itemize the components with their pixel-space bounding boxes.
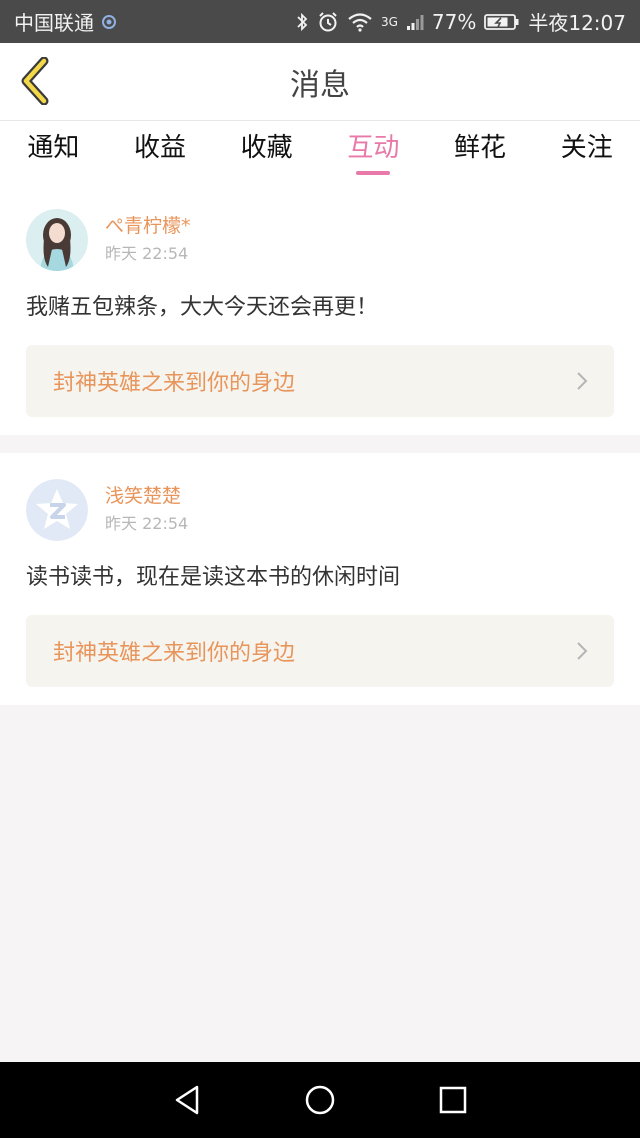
- nav-home-button[interactable]: [290, 1070, 350, 1130]
- book-link[interactable]: 封神英雄之来到你的身边: [26, 345, 614, 417]
- alarm-icon: [317, 11, 339, 33]
- app-header: 消息: [0, 43, 640, 121]
- message-time: 昨天 22:54: [105, 244, 189, 263]
- nav-recents-button[interactable]: [423, 1070, 483, 1130]
- status-bar: 中国联通 3G 77% 半夜12:07: [0, 0, 640, 43]
- avatar[interactable]: [26, 479, 88, 541]
- girl-photo-icon: [26, 209, 88, 271]
- message-user-row: ぺ青柠檬* 昨天 22:54: [26, 209, 614, 271]
- nav-back-button[interactable]: [157, 1070, 217, 1130]
- chevron-right-icon: [576, 371, 588, 391]
- wifi-icon: [347, 12, 373, 32]
- page-title: 消息: [290, 68, 350, 103]
- battery-icon: [484, 13, 520, 31]
- book-title: 封神英雄之来到你的身边: [53, 371, 296, 396]
- message-time: 昨天 22:54: [105, 514, 189, 533]
- tab-earnings[interactable]: 收益: [107, 121, 214, 183]
- bluetooth-icon: [295, 12, 309, 32]
- square-recents-icon: [440, 1086, 467, 1114]
- message-card: ぺ青柠檬* 昨天 22:54 我赌五包辣条，大大今天还会再更！ 封神英雄之来到你…: [0, 183, 640, 435]
- message-user-row: 浅笑楚楚 昨天 22:54: [26, 479, 614, 541]
- carrier-label: 中国联通: [14, 11, 94, 35]
- avatar[interactable]: [26, 209, 88, 271]
- message-text: 读书读书，现在是读这本书的休闲时间: [26, 565, 401, 590]
- message-list: ぺ青柠檬* 昨天 22:54 我赌五包辣条，大大今天还会再更！ 封神英雄之来到你…: [0, 183, 640, 705]
- system-nav-bar: [0, 1062, 640, 1138]
- tab-flowers[interactable]: 鲜花: [427, 121, 534, 183]
- message-text: 我赌五包辣条，大大今天还会再更！: [26, 295, 379, 320]
- circle-home-icon: [305, 1085, 335, 1115]
- book-link[interactable]: 封神英雄之来到你的身边: [26, 615, 614, 687]
- tab-following[interactable]: 关注: [533, 121, 640, 183]
- tab-notice[interactable]: 通知: [0, 121, 107, 183]
- hd-icon: [102, 14, 116, 29]
- user-name[interactable]: ぺ青柠檬*: [105, 213, 191, 239]
- tab-favorites[interactable]: 收藏: [213, 121, 320, 183]
- tab-bar: 通知 收益 收藏 互动 鲜花 关注: [0, 121, 640, 183]
- book-title: 封神英雄之来到你的身边: [53, 641, 296, 666]
- triangle-back-icon: [175, 1085, 198, 1115]
- default-z-avatar-icon: [26, 479, 88, 541]
- clock-time: 半夜12:07: [528, 11, 626, 35]
- signal-icon: [406, 13, 424, 31]
- network-type-label: 3G: [380, 14, 398, 29]
- user-name[interactable]: 浅笑楚楚: [105, 483, 188, 509]
- message-card: 浅笑楚楚 昨天 22:54 读书读书，现在是读这本书的休闲时间 封神英雄之来到你…: [0, 453, 640, 705]
- chevron-right-icon: [576, 641, 588, 661]
- tab-interaction[interactable]: 互动: [320, 121, 427, 183]
- battery-percent: 77%: [431, 9, 477, 34]
